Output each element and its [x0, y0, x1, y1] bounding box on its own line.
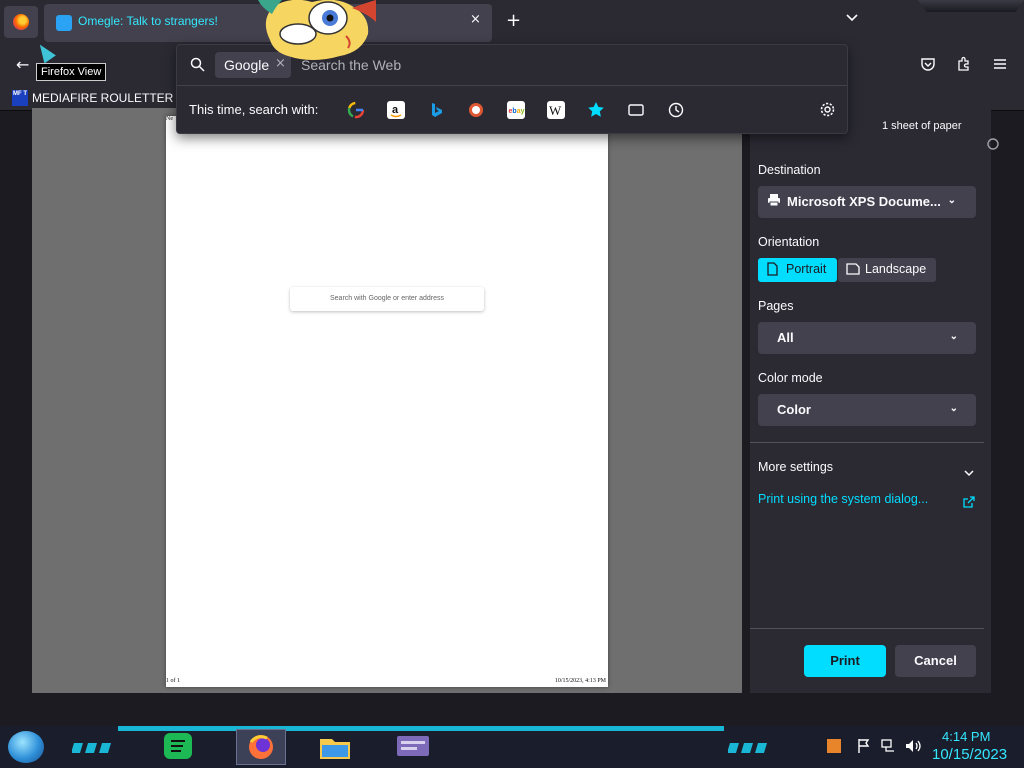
divider — [750, 442, 984, 443]
pages-value: All — [777, 330, 794, 345]
divider — [750, 628, 984, 629]
firefox-icon — [13, 14, 29, 30]
system-dialog-link[interactable]: Print using the system dialog... — [758, 492, 928, 506]
extensions-button[interactable] — [956, 56, 972, 76]
more-settings-toggle[interactable]: More settings — [750, 452, 984, 482]
clock-time[interactable]: 4:14 PM — [942, 729, 990, 744]
portrait-label: Portrait — [786, 262, 827, 276]
svg-text:ebay: ebay — [509, 108, 525, 115]
omegle-favicon-icon — [56, 15, 72, 31]
preview-page: Ne Search with Google or enter address 1… — [166, 116, 608, 687]
mascot-sticker — [258, 0, 376, 60]
tabs-icon[interactable] — [627, 101, 645, 119]
divider — [177, 85, 847, 86]
pocket-button[interactable] — [920, 56, 936, 76]
tray-app-icon[interactable] — [826, 738, 842, 758]
history-icon[interactable] — [667, 101, 685, 119]
settings-gear-icon — [986, 136, 1000, 156]
pages-label: Pages — [758, 299, 794, 313]
bing-icon[interactable] — [427, 101, 445, 119]
bookmark-mediafire-roulette[interactable]: MEDIAFIRE ROULETTER — [32, 91, 173, 105]
svg-text:W: W — [549, 103, 562, 118]
chevron-down-icon: ⌄ — [947, 195, 956, 206]
list-all-tabs-button[interactable] — [846, 10, 858, 26]
tooltip: Firefox View — [36, 63, 107, 81]
firefox-view-button[interactable] — [4, 6, 38, 38]
svg-text:a: a — [392, 104, 399, 116]
start-button[interactable] — [8, 731, 44, 763]
mediafire-bookmark-icon: MF T — [12, 90, 28, 106]
action-center-flag-icon[interactable] — [856, 738, 872, 758]
google-icon[interactable] — [347, 101, 365, 119]
pages-select[interactable]: All ⌄ — [758, 322, 976, 354]
firefox-taskbar-button[interactable] — [236, 729, 286, 765]
print-settings-panel: 1 sheet of paper Destination Microsoft X… — [750, 108, 991, 693]
taskbar-decoration-right — [727, 738, 772, 757]
puzzle-icon — [958, 56, 969, 71]
pocket-icon — [921, 58, 935, 71]
tab-title: Omegle: Talk to strangers! — [78, 14, 218, 28]
printer-icon — [767, 193, 781, 210]
back-button[interactable]: ← — [16, 55, 29, 74]
landscape-option[interactable]: Landscape — [838, 258, 936, 282]
page-footer-count: 1 of 1 — [166, 678, 180, 684]
chevron-down-icon — [964, 462, 974, 481]
search-with-label: This time, search with: — [189, 102, 319, 117]
spotify-taskbar-icon[interactable] — [162, 731, 194, 765]
hamburger-icon — [994, 59, 1006, 69]
cancel-button[interactable]: Cancel — [895, 645, 976, 677]
chevron-down-icon: ⌄ — [949, 403, 958, 414]
external-link-icon — [963, 493, 975, 512]
clock-date[interactable]: 10/15/2023 — [932, 746, 1007, 763]
sheet-count: 1 sheet of paper — [882, 120, 962, 132]
orientation-label: Orientation — [758, 235, 820, 249]
wikipedia-icon[interactable]: W — [547, 101, 565, 119]
search-settings-gear-icon[interactable] — [819, 101, 836, 122]
file-explorer-taskbar-icon[interactable] — [318, 731, 352, 765]
color-mode-label: Color mode — [758, 371, 823, 385]
ebay-icon[interactable]: ebay — [507, 101, 525, 119]
tab-close-button[interactable]: × — [470, 12, 481, 27]
portrait-option[interactable]: Portrait — [758, 258, 837, 282]
network-icon[interactable] — [880, 738, 896, 758]
destination-value: Microsoft XPS Docume... — [787, 194, 941, 209]
destination-label: Destination — [758, 163, 821, 177]
preview-search-box: Search with Google or enter address — [290, 287, 484, 311]
landscape-label: Landscape — [865, 262, 927, 276]
amazon-icon[interactable]: a — [387, 101, 405, 119]
color-mode-value: Color — [777, 402, 811, 417]
page-footer-date: 10/15/2023, 4:13 PM — [554, 678, 606, 684]
duckduckgo-icon[interactable] — [467, 101, 485, 119]
window-decoration — [918, 0, 1024, 12]
taskbar-decoration-left — [71, 738, 118, 757]
app-menu-button[interactable] — [992, 56, 1008, 76]
volume-icon[interactable] — [904, 738, 922, 758]
destination-select[interactable]: Microsoft XPS Docume... ⌄ — [758, 186, 976, 218]
more-settings-label: More settings — [758, 460, 834, 474]
color-mode-select[interactable]: Color ⌄ — [758, 394, 976, 426]
landscape-page-icon — [846, 263, 860, 278]
print-button[interactable]: Print — [804, 645, 886, 677]
new-tab-button[interactable]: + — [506, 10, 521, 31]
portrait-page-icon — [767, 262, 778, 279]
bookmarks-star-icon[interactable] — [587, 101, 605, 119]
chevron-down-icon: ⌄ — [949, 331, 958, 342]
search-icon — [190, 57, 205, 76]
chevron-down-icon — [846, 14, 858, 22]
firefox-taskbar-icon — [249, 735, 273, 759]
page-header-text: Ne — [166, 116, 173, 122]
app-taskbar-icon[interactable] — [394, 731, 432, 765]
